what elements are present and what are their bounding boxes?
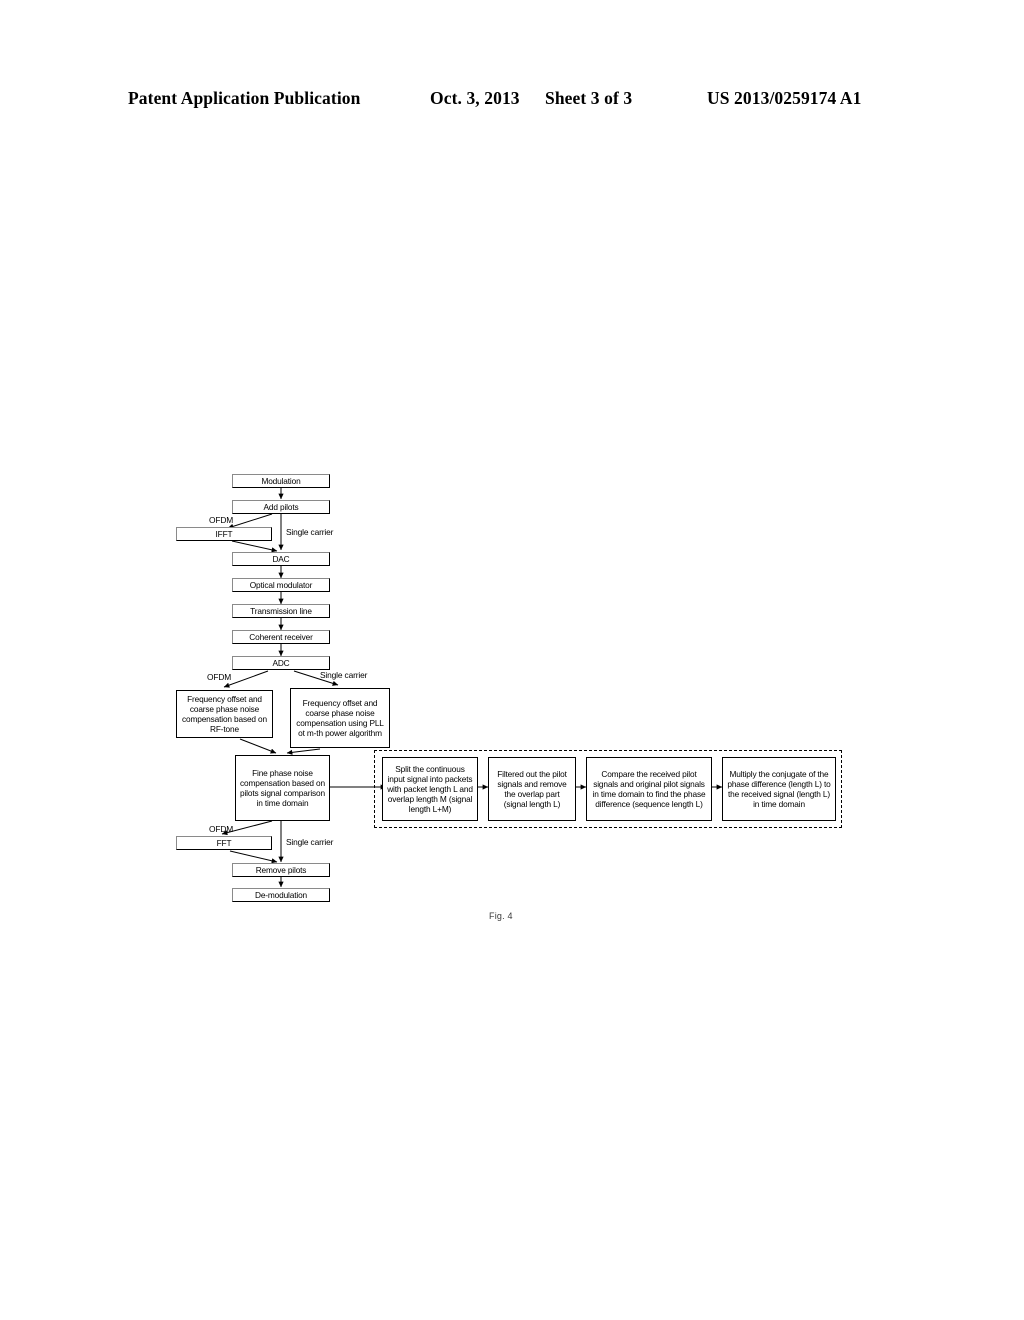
branch-label-rx-ofdm: OFDM <box>207 672 232 682</box>
flowchart-connectors <box>221 488 723 888</box>
node-label: Add pilots <box>263 501 299 512</box>
node-label: Remove pilots <box>255 864 307 875</box>
node-ifft[interactable]: IFFT <box>176 527 272 541</box>
node-label: Transmission line <box>250 605 312 616</box>
node-transmission-line[interactable]: Transmission line <box>232 604 330 618</box>
node-optical-modulator[interactable]: Optical modulator <box>232 578 330 592</box>
node-remove-pilots[interactable]: Remove pilots <box>232 863 330 877</box>
figure-4-flowchart: Modulation Add pilots OFDM IFFT Single c… <box>0 0 1024 1320</box>
node-freq-offset-rf-tone[interactable]: Frequency offset and coarse phase noise … <box>176 690 273 738</box>
branch-label-tx-ofdm: OFDM <box>209 515 234 525</box>
node-adc[interactable]: ADC <box>232 656 330 670</box>
node-label: Coherent receiver <box>249 631 313 642</box>
node-filter-pilots[interactable]: Filtered out the pilot signals and remov… <box>488 757 576 821</box>
node-label: Multiply the conjugate of the phase diff… <box>727 768 831 810</box>
node-label: Frequency offset and coarse phase noise … <box>182 693 267 735</box>
node-label: DAC <box>272 553 290 564</box>
node-label: Filtered out the pilot signals and remov… <box>497 768 567 810</box>
node-label: Modulation <box>261 475 301 486</box>
node-fine-phase-noise[interactable]: Fine phase noise compensation based on p… <box>235 755 330 821</box>
node-label: De-modulation <box>254 889 307 900</box>
node-label: Optical modulator <box>249 579 313 590</box>
node-label: FFT <box>216 837 232 848</box>
node-label: ADC <box>272 657 290 668</box>
node-label: IFFT <box>215 528 233 539</box>
node-label: Fine phase noise compensation based on p… <box>240 767 325 809</box>
node-dac[interactable]: DAC <box>232 552 330 566</box>
figure-caption: Fig. 4 <box>489 911 513 921</box>
node-modulation[interactable]: Modulation <box>232 474 330 488</box>
branch-label-rx-single-carrier: Single carrier <box>320 670 368 680</box>
branch-label-out-single-carrier: Single carrier <box>286 837 334 847</box>
node-label: Split the continuous input signal into p… <box>387 763 473 815</box>
branch-label-out-ofdm: OFDM <box>209 824 234 834</box>
node-label: Frequency offset and coarse phase noise … <box>296 697 384 739</box>
node-multiply-conjugate[interactable]: Multiply the conjugate of the phase diff… <box>722 757 836 821</box>
branch-label-tx-single-carrier: Single carrier <box>286 527 334 537</box>
node-label: Compare the received pilot signals and o… <box>592 768 706 810</box>
node-de-modulation[interactable]: De-modulation <box>232 888 330 902</box>
node-split-packets[interactable]: Split the continuous input signal into p… <box>382 757 478 821</box>
node-fft[interactable]: FFT <box>176 836 272 850</box>
node-freq-offset-pll[interactable]: Frequency offset and coarse phase noise … <box>290 688 390 748</box>
node-coherent-receiver[interactable]: Coherent receiver <box>232 630 330 644</box>
node-add-pilots[interactable]: Add pilots <box>232 500 330 514</box>
node-compare-pilots[interactable]: Compare the received pilot signals and o… <box>586 757 712 821</box>
